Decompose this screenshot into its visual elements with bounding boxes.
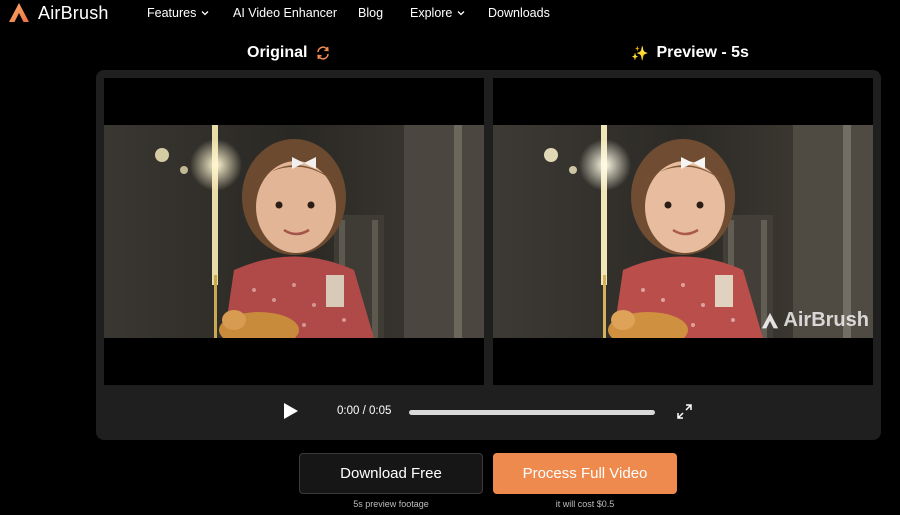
preview-video[interactable]: AirBrush (493, 78, 873, 385)
video-compare-player: AirBrush 0:00 / 0:05 (96, 70, 881, 440)
time-display: 0:00 / 0:05 (337, 405, 391, 417)
nav-item-downloads[interactable]: Downloads (488, 6, 550, 20)
download-note: 5s preview footage (353, 499, 429, 509)
nav-item-ai-video-enhancer[interactable]: AI Video Enhancer (233, 6, 337, 20)
process-full-video-button[interactable]: Process Full Video (493, 453, 677, 494)
chevron-down-icon (457, 11, 465, 16)
watermark-text: AirBrush (783, 309, 869, 331)
airbrush-watermark: AirBrush (761, 309, 869, 332)
top-nav: AirBrush Features AI Video Enhancer Blog… (0, 0, 900, 28)
original-video[interactable] (104, 78, 484, 385)
nav-item-label: Blog (358, 6, 384, 20)
sparkle-icon: ✨ (631, 44, 649, 61)
nav-item-label: Features (147, 6, 197, 20)
chevron-down-icon (201, 11, 209, 16)
original-title: Original (247, 44, 331, 62)
girl-photo-original (104, 125, 484, 338)
nav-item-blog[interactable]: Blog (358, 6, 383, 20)
nav-item-explore[interactable]: Explore (410, 6, 465, 20)
current-time: 0:00 (337, 405, 360, 417)
airbrush-watermark-icon (762, 312, 779, 328)
download-free-button[interactable]: Download Free (299, 453, 483, 494)
progress-bar[interactable] (409, 410, 655, 415)
original-title-text: Original (247, 44, 308, 61)
preview-title: ✨ Preview - 5s (631, 44, 749, 62)
brand-name: AirBrush (38, 2, 109, 23)
nav-item-features[interactable]: Features (147, 6, 209, 20)
brand-logo[interactable]: AirBrush (8, 2, 109, 24)
nav-item-label: Explore (410, 6, 453, 20)
nav-item-label: Downloads (488, 6, 550, 20)
play-icon[interactable] (283, 402, 299, 420)
process-note: it will cost $0.5 (555, 499, 615, 509)
refresh-icon[interactable] (315, 45, 331, 61)
airbrush-logo-icon (9, 3, 29, 22)
player-controls: 0:00 / 0:05 (96, 390, 881, 434)
duration: 0:05 (368, 405, 392, 417)
fullscreen-icon[interactable] (677, 404, 692, 419)
nav-item-label: AI Video Enhancer (233, 6, 338, 20)
time-separator: / (359, 405, 369, 417)
preview-video-frame: AirBrush (493, 125, 873, 338)
original-video-frame (104, 125, 484, 338)
preview-title-text: Preview - 5s (656, 44, 749, 61)
girl-photo-preview (493, 125, 873, 338)
